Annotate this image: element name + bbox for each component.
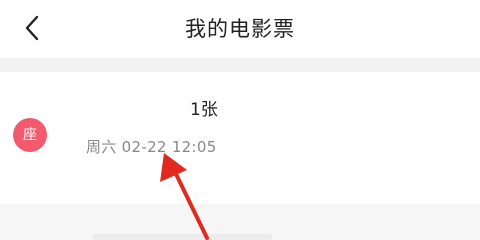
nav-bar: 我的电影票 xyxy=(0,0,480,58)
next-item-placeholder xyxy=(92,234,272,240)
section-divider xyxy=(0,58,480,72)
bottom-area xyxy=(0,204,480,240)
ticket-card[interactable]: 座 1张 周六 02-22 12:05 xyxy=(0,72,480,204)
show-time: 周六 02-22 12:05 xyxy=(86,138,217,156)
seat-badge: 座 xyxy=(13,118,47,152)
page-title: 我的电影票 xyxy=(185,17,295,41)
ticket-count: 1张 xyxy=(190,100,218,120)
